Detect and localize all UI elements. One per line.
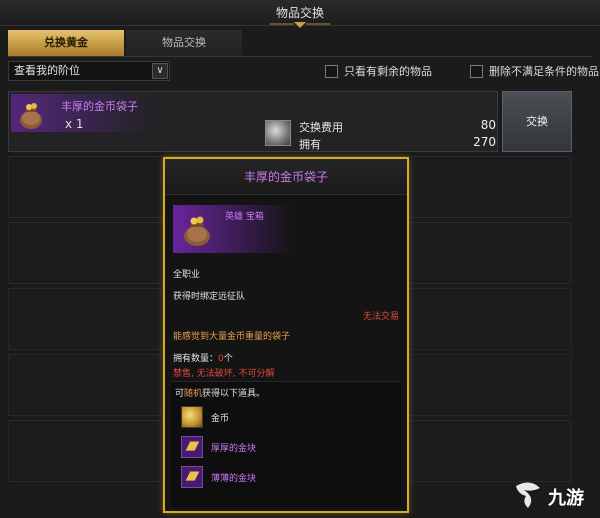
owned-value: 270 [473, 135, 496, 149]
tab-bar: 兑换黄金 物品交换 [8, 30, 242, 56]
watermark-text: 九游 [548, 488, 584, 509]
tier-select[interactable]: 查看我的阶位 ∨ [8, 61, 170, 81]
title-ornament-icon [270, 22, 330, 28]
reward-name: 薄薄的金块 [211, 474, 257, 484]
reward-box: 可随机获得以下道具。 金币 厚厚的金块 薄薄的金块 [171, 381, 401, 507]
silver-currency-icon [265, 120, 291, 146]
tooltip-description: 能感觉到大量金币重量的袋子 [173, 332, 291, 342]
reward-name: 金币 [211, 414, 230, 424]
tooltip-owned: 拥有数量：0个 [173, 351, 233, 364]
coin-bag-icon [20, 103, 42, 129]
window-title: 物品交换 [275, 6, 324, 20]
only-remaining-checkbox[interactable]: 只看有剩余的物品 [325, 63, 432, 79]
coin-bag-icon [184, 216, 210, 246]
hide-unmet-checkbox[interactable]: 删除不满足条件的物品 [470, 63, 599, 79]
reward-intro-random: 随机 [184, 389, 203, 399]
reward-name: 厚厚的金块 [211, 444, 257, 454]
only-remaining-label: 只看有剩余的物品 [344, 65, 432, 78]
reward-intro: 可随机获得以下道具。 [175, 386, 265, 399]
exchange-button[interactable]: 交换 [502, 91, 572, 152]
tooltip-owned-unit: 个 [223, 354, 233, 364]
chevron-down-icon[interactable]: ∨ [152, 63, 168, 79]
cost-value: 80 [480, 118, 496, 132]
gold-bar-icon [181, 466, 203, 488]
tab-exchange-gold[interactable]: 兑换黄金 [8, 30, 124, 56]
window-title-bar: 物品交换 [0, 0, 600, 28]
tooltip-owned-label: 拥有数量： [173, 354, 219, 364]
tooltip-class: 全职业 [173, 270, 201, 280]
hide-unmet-label: 删除不满足条件的物品 [489, 65, 599, 78]
tab-divider [8, 56, 592, 57]
item-tooltip: 丰厚的金币袋子 英雄 宝箱 全职业 获得时绑定远征队 无法交易 能感觉到大量金币… [163, 157, 409, 513]
tooltip-bind: 获得时绑定远征队 [173, 292, 246, 302]
tooltip-rarity: 英雄 宝箱 [225, 212, 264, 222]
gold-bar-icon [181, 436, 203, 458]
tab-item-exchange[interactable]: 物品交换 [126, 30, 242, 56]
cost-label: 交换费用 [299, 121, 343, 134]
owned-label: 拥有 [299, 138, 321, 151]
tooltip-restrictions: 禁售, 无法破坏, 不可分解 [173, 369, 275, 379]
exchange-row[interactable]: 丰厚的金币袋子 x 1 交换费用 80 拥有 270 [8, 91, 498, 152]
reward-intro-suffix: 获得以下道具。 [202, 389, 266, 399]
reward-intro-prefix: 可 [175, 389, 185, 399]
coin-icon [181, 406, 203, 428]
item-count: x 1 [65, 117, 84, 131]
tier-select-value: 查看我的阶位 [14, 64, 80, 77]
item-name: 丰厚的金币袋子 [61, 100, 138, 113]
tooltip-trade: 无法交易 [362, 312, 399, 322]
tooltip-title: 丰厚的金币袋子 [165, 159, 407, 195]
checkbox-box[interactable] [470, 64, 483, 78]
checkbox-box[interactable] [325, 64, 338, 78]
